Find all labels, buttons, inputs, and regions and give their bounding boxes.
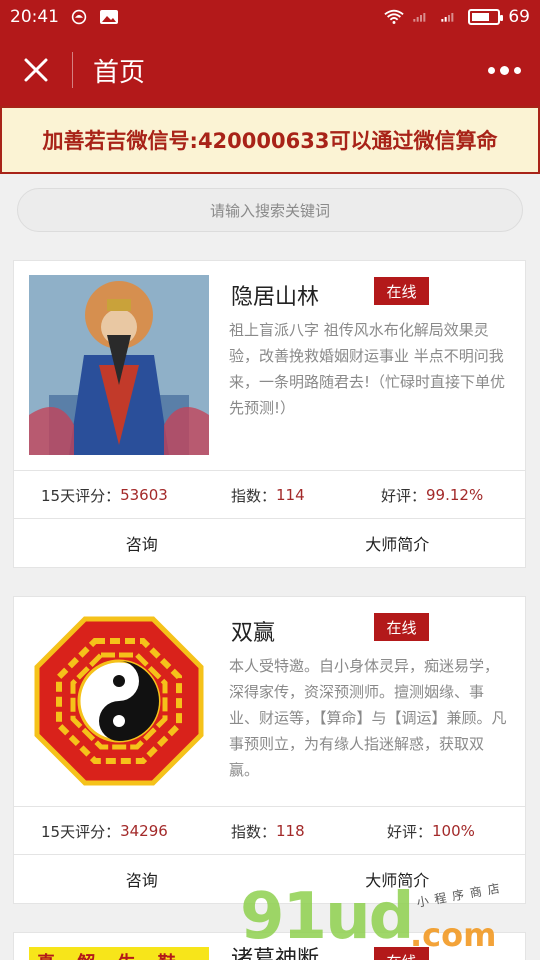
master-stats: 15天评分： 34296 指数： 118 好评： 100% (14, 807, 525, 855)
search-input[interactable]: 请输入搜索关键词 (17, 188, 523, 232)
master-name: 双赢 (231, 621, 276, 646)
online-badge: 在线 (374, 947, 429, 960)
rating-value: 99.12% (426, 486, 484, 504)
rating-stat: 好评： 99.12% (381, 471, 483, 519)
master-card[interactable]: 隐居山林 在线 祖上盲派八字 祖传风水布化解局效果灵验，改善挽救婚姻财运事业 半… (13, 260, 526, 568)
master-name: 隐居山林 (231, 285, 320, 310)
score-value: 34296 (120, 822, 168, 840)
score-value: 53603 (120, 486, 168, 504)
title-bar: 首页 (0, 34, 540, 106)
index-label: 指数： (231, 486, 277, 505)
title-divider (72, 52, 73, 88)
close-icon (24, 58, 48, 82)
master-card-partial[interactable]: 真 解 生 鞋 诸葛神断 在线 (13, 932, 526, 960)
index-value: 118 (276, 822, 305, 840)
rating-label: 好评： (387, 822, 433, 841)
index-label: 指数： (231, 822, 277, 841)
master-intro-button[interactable]: 大师简介 (270, 519, 526, 567)
battery-icon (468, 9, 504, 25)
master-description: 本人受特邀。自小身体灵异，痴迷易学，深得家传，资深预测师。擅测姻缘、事业、财运等… (229, 657, 507, 779)
master-avatar[interactable] (29, 275, 209, 455)
dot-icon (513, 66, 521, 74)
battery-percent: 69 (508, 7, 530, 27)
score-stat: 15天评分： 53603 (41, 471, 168, 519)
index-value: 114 (276, 486, 305, 504)
signal-4g-icon (441, 13, 454, 22)
consult-button[interactable]: 咨询 (14, 519, 270, 567)
index-stat: 指数： 114 (231, 471, 305, 519)
master-stats: 15天评分： 53603 指数： 114 好评： 99.12% (14, 471, 525, 519)
close-button[interactable] (0, 34, 72, 106)
status-bar: 20:41 69 (0, 0, 540, 34)
dot-icon (499, 65, 509, 75)
master-description: 祖上盲派八字 祖传风水布化解局效果灵验，改善挽救婚姻财运事业 半点不明问我来，一… (229, 321, 506, 417)
master-name: 诸葛神断 (231, 947, 320, 960)
more-options-button[interactable] (468, 34, 540, 106)
signal-icon (413, 13, 426, 22)
dot-icon (487, 66, 495, 74)
master-avatar[interactable]: 真 解 生 鞋 (29, 947, 209, 960)
app-notification-icon (71, 9, 87, 25)
online-badge: 在线 (374, 613, 429, 641)
master-card[interactable]: 双赢 在线 本人受特邀。自小身体灵异，痴迷易学，深得家传，资深预测师。擅测姻缘、… (13, 596, 526, 904)
wifi-icon (384, 9, 405, 24)
master-intro-button[interactable]: 大师简介 (270, 855, 526, 903)
online-badge: 在线 (374, 277, 429, 305)
score-stat: 15天评分： 34296 (41, 807, 168, 855)
rating-value: 100% (432, 822, 475, 840)
master-actions: 咨询 大师简介 (14, 855, 525, 903)
avatar-text: 真 解 生 鞋 (37, 949, 184, 960)
consult-button[interactable]: 咨询 (14, 855, 270, 903)
master-actions: 咨询 大师简介 (14, 519, 525, 567)
score-label: 15天评分： (41, 486, 121, 505)
master-avatar[interactable] (29, 611, 209, 791)
rating-label: 好评： (381, 486, 427, 505)
page-title: 首页 (93, 57, 146, 88)
score-label: 15天评分： (41, 822, 121, 841)
promo-banner[interactable]: 加善若吉微信号:420000633可以通过微信算命 (0, 106, 540, 174)
index-stat: 指数： 118 (231, 807, 305, 855)
image-notification-icon (100, 10, 118, 24)
status-time: 20:41 (10, 7, 59, 27)
rating-stat: 好评： 100% (387, 807, 475, 855)
